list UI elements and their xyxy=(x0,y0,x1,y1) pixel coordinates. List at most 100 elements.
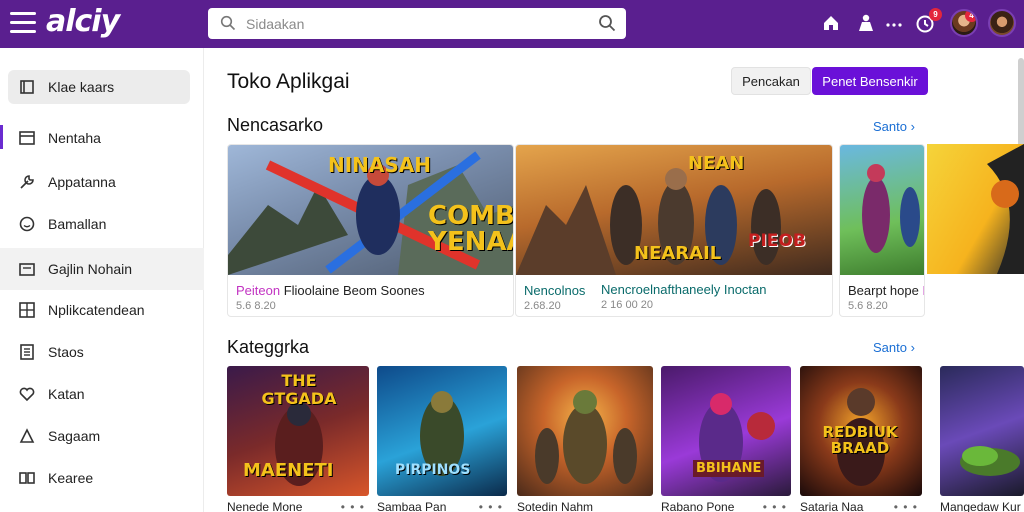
more-options-icon[interactable]: • • • xyxy=(894,500,918,512)
search-box[interactable] xyxy=(208,8,626,39)
search-submit-icon[interactable] xyxy=(598,14,616,32)
featured-card[interactable]: NEAN NEARAIL PIEOB Nencolnos 2.68.20 xyxy=(515,144,833,317)
featured-card-partial[interactable] xyxy=(927,144,1024,274)
library-icon xyxy=(20,80,34,94)
more-icon[interactable] xyxy=(883,12,905,34)
sidebar-item-nplikcatendean[interactable]: Nplikcatendean xyxy=(8,293,190,327)
sidebar-item-kearee[interactable]: Kearee xyxy=(8,461,190,495)
card-title: Peiteon Flioolaine Beom Soones xyxy=(236,283,425,298)
sidebar-item-appatanna[interactable]: Appatanna xyxy=(8,165,190,199)
artwork-title: THE GTGADA xyxy=(261,371,337,408)
card-title: Rabano Pone xyxy=(661,500,735,512)
game-artwork xyxy=(517,366,653,496)
card-title-main: Bearpt hope xyxy=(848,283,919,298)
card-title-accent: Peiteon xyxy=(236,283,281,298)
see-all-featured-link[interactable]: Santo › xyxy=(873,119,915,134)
game-artwork: BBIHANE xyxy=(661,366,791,496)
sidebar-item-library[interactable]: Klae kaars xyxy=(8,70,190,104)
sidebar-item-sagaam[interactable]: Sagaam xyxy=(8,419,190,453)
sidebar-item-label: Staos xyxy=(48,344,84,360)
artwork-graphic xyxy=(960,446,1020,476)
artwork-title: NEAN xyxy=(688,153,745,174)
artwork-graphic xyxy=(862,164,920,253)
page-title: Toko Aplikgai xyxy=(227,70,350,93)
window-icon xyxy=(19,131,35,145)
chevron-right-icon: › xyxy=(910,340,915,355)
user-avatar[interactable] xyxy=(988,9,1016,37)
sidebar-item-staos[interactable]: Staos xyxy=(8,335,190,369)
list-icon xyxy=(20,344,34,360)
sidebar-item-gajlin-nohain[interactable]: Gajlin Nohain xyxy=(0,248,204,290)
hamburger-menu-icon[interactable] xyxy=(10,12,36,34)
game-artwork: THE GTGADA MAENETI xyxy=(227,366,369,496)
category-card[interactable]: PIRPINOS Sambaa Pan • • • xyxy=(377,366,507,512)
artwork-text: COMBS YENAAK xyxy=(428,201,514,257)
category-card[interactable]: Mangedaw Kur xyxy=(940,366,1024,512)
heart-icon xyxy=(19,387,35,402)
card-title: Mangedaw Kur xyxy=(940,500,1021,512)
avatar-secondary[interactable]: 4 xyxy=(950,9,978,37)
card-title: Bearpt hope Rb xyxy=(848,283,924,298)
columns-icon xyxy=(19,472,35,484)
category-card[interactable]: Sotedin Nahm xyxy=(517,366,653,512)
sidebar-item-label: Sagaam xyxy=(48,428,101,444)
more-options-icon[interactable]: • • • xyxy=(479,500,503,512)
scrollbar[interactable] xyxy=(1018,58,1024,148)
top-bar: alciy 9 4 xyxy=(0,0,1024,48)
see-all-categories-link[interactable]: Santo › xyxy=(873,340,915,355)
primary-button[interactable]: Penet Bensenkir xyxy=(812,67,928,95)
card-title: Sataria Naa xyxy=(800,500,864,512)
card-title-accent: Rb xyxy=(922,283,924,298)
artwork-text: MAENETI xyxy=(243,460,334,481)
game-artwork: REDBIUK BRAAD xyxy=(800,366,922,496)
game-artwork xyxy=(940,366,1024,496)
card-subtitle: 5.6 8.20 xyxy=(236,300,276,312)
sidebar-item-label: Nplikcatendean xyxy=(48,302,145,318)
category-card[interactable]: THE GTGADA MAENETI Nenede Mone • • • xyxy=(227,366,369,512)
sidebar-item-label: Katan xyxy=(48,386,85,402)
notifications-button[interactable]: 9 xyxy=(914,8,942,34)
featured-card[interactable]: Bearpt hope Rb 5.6 8.20 xyxy=(839,144,925,317)
sidebar-item-label: Appatanna xyxy=(48,174,116,190)
notification-badge: 9 xyxy=(929,8,942,21)
artwork-text: PIRPINOS xyxy=(395,462,471,478)
sidebar-item-nentaha[interactable]: Nentaha xyxy=(8,121,190,155)
app-logo[interactable]: alciy xyxy=(46,4,120,39)
artwork-text: BBIHANE xyxy=(693,460,765,477)
section-title-categories: Kateggrka xyxy=(227,337,310,357)
category-card[interactable]: REDBIUK BRAAD Sataria Naa • • • xyxy=(800,366,922,512)
search-icon xyxy=(220,15,236,31)
game-artwork: NEAN NEARAIL PIEOB xyxy=(516,145,832,275)
card-title: Sotedin Nahm xyxy=(517,500,594,512)
see-all-label: Santo xyxy=(873,119,907,134)
featured-card[interactable]: NINASAH COMBS YENAAK Peiteon Flioolaine … xyxy=(227,144,514,317)
sidebar-item-bamallan[interactable]: Bamallan xyxy=(8,207,190,241)
sidebar-item-katan[interactable]: Katan xyxy=(8,377,190,411)
game-artwork xyxy=(840,145,924,275)
card-title: Sambaa Pan xyxy=(377,500,447,512)
card-subtitle: 2.68.20 xyxy=(524,300,561,312)
card-subtitle: 5.6 8.20 xyxy=(848,300,888,312)
artwork-graphic xyxy=(987,144,1024,274)
sidebar-item-label: Kearee xyxy=(48,470,94,486)
avatar-badge: 4 xyxy=(965,11,976,22)
sidebar: Klae kaars Nentaha Appatanna Bamallan Ga… xyxy=(0,48,204,512)
wrench-icon xyxy=(20,175,34,189)
section-title-featured: Nencasarko xyxy=(227,115,324,135)
person-icon[interactable] xyxy=(855,12,877,34)
game-artwork: PIRPINOS xyxy=(377,366,507,496)
triangle-icon xyxy=(19,428,35,443)
more-options-icon[interactable]: • • • xyxy=(341,500,365,512)
artwork-title: NINASAH xyxy=(328,153,432,177)
artwork-graphic xyxy=(535,390,637,484)
more-options-icon[interactable]: • • • xyxy=(763,500,787,512)
category-card[interactable]: BBIHANE Rabano Pone • • • xyxy=(661,366,791,512)
card-title-rest: Flioolaine Beom Soones xyxy=(283,283,425,298)
see-all-label: Santo xyxy=(873,340,907,355)
sidebar-item-label: Bamallan xyxy=(48,216,107,232)
secondary-button[interactable]: Pencakan xyxy=(731,67,811,95)
search-input[interactable] xyxy=(246,12,586,35)
sidebar-selection-marker xyxy=(0,125,3,149)
home-icon[interactable] xyxy=(820,12,842,34)
artwork-text-secondary: PIEOB xyxy=(748,231,806,251)
